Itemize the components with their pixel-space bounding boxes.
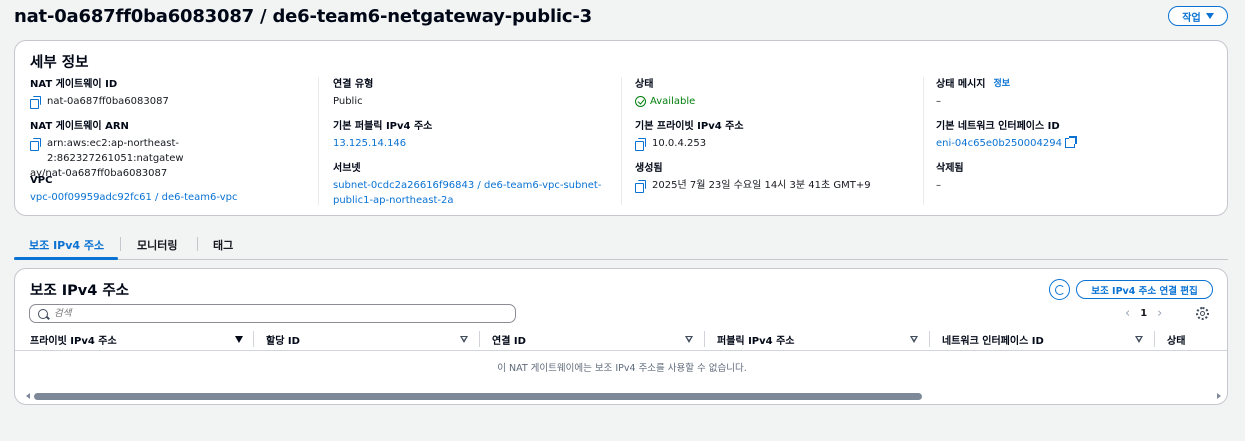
state-value: Available [650,96,696,107]
created-value: 2025년 7월 23일 수요일 14시 3분 41초 GMT+9 [652,180,871,191]
search-icon [38,308,48,319]
status-success-icon [635,96,646,107]
edit-secondary-ipv4-button[interactable]: 보조 IPv4 주소 연결 편집 [1076,280,1213,299]
column-header-private-ip[interactable]: 프라이빗 IPv4 주소 [30,332,117,347]
column-resizer[interactable] [929,331,930,347]
external-link-icon [1064,136,1077,148]
subnet-link-line1: subnet-0cdc2a26616f96843 / de6-team6-vpc… [333,180,602,191]
tab-tags[interactable]: 태그 [213,237,233,253]
eni-link-text: eni-04c65e0b250004294 [936,138,1062,149]
tab-separator [197,237,198,251]
private-ip-field: 기본 프라이빗 IPv4 주소 10.0.4.253 [635,117,915,151]
gear-icon[interactable] [1196,307,1209,320]
subnet-field: 서브넷 subnet-0cdc2a26616f96843 / de6-team6… [333,159,613,208]
search-input[interactable] [54,308,494,319]
private-ip-label: 기본 프라이빗 IPv4 주소 [635,121,744,132]
tab-bar: 보조 IPv4 주소 모니터링 태그 [14,233,1228,260]
nat-arn-value-line1: arn:aws:ec2:ap-northeast-2:862327261051:… [47,138,184,164]
column-header-association-id[interactable]: 연결 ID [492,332,526,347]
table-header: 프라이빗 IPv4 주소 할당 ID 연결 ID 퍼블릭 IPv4 주소 네트워… [15,329,1227,351]
public-ip-label: 기본 퍼블릭 IPv4 주소 [333,121,433,132]
subnet-link-line2: public1-ap-northeast-2a [333,195,454,206]
eni-field: 기본 네트워크 인터페이스 ID eni-04c65e0b250004294 [936,117,1216,151]
vpc-label: VPC [30,175,53,186]
caret-down-icon [1205,13,1214,19]
eni-label: 기본 네트워크 인터페이스 ID [936,121,1060,132]
actions-label: 작업 [1182,12,1201,24]
private-ip-value: 10.0.4.253 [652,138,707,149]
subnet-label: 서브넷 [333,163,361,174]
column-resizer[interactable] [253,331,254,347]
nat-arn-field: NAT 게이트웨이 ARN arn:aws:ec2:ap-northeast-2… [30,117,310,181]
connection-type-value: Public [333,96,363,107]
column-resizer[interactable] [1154,331,1155,347]
search-box[interactable] [29,304,516,323]
column-header-allocation-id[interactable]: 할당 ID [266,332,300,347]
sort-icon[interactable] [460,336,468,343]
details-title: 세부 정보 [30,55,89,71]
created-field: 생성됨 2025년 7월 23일 수요일 14시 3분 41초 GMT+9 [635,159,925,193]
deleted-field: 삭제됨 – [936,159,1216,193]
empty-state-message: 이 NAT 게이트웨이에는 보조 IPv4 주소를 사용할 수 없습니다. [497,363,747,374]
secondary-ipv4-title: 보조 IPv4 주소 [30,283,130,299]
prev-page-icon[interactable]: ‹ [1125,306,1130,321]
sort-desc-icon[interactable] [235,336,243,343]
actions-button[interactable]: 작업 [1168,6,1228,26]
sort-icon[interactable] [1135,336,1143,343]
created-label: 생성됨 [635,163,663,174]
deleted-value: – [936,180,941,191]
column-header-status[interactable]: 상태 [1167,332,1185,347]
state-message-value: – [936,96,941,107]
copy-icon[interactable] [30,138,42,151]
vpc-link[interactable]: vpc-00f09959adc92fc61 / de6-team6-vpc [30,190,237,205]
sort-icon[interactable] [685,336,693,343]
nat-id-value: nat-0a687ff0ba6083087 [47,96,169,107]
nat-arn-label: NAT 게이트웨이 ARN [30,121,129,132]
tab-monitoring[interactable]: 모니터링 [137,237,177,253]
eni-link[interactable]: eni-04c65e0b250004294 [936,136,1077,151]
column-header-public-ip[interactable]: 퍼블릭 IPv4 주소 [717,332,795,347]
connection-type-label: 연결 유형 [333,79,374,90]
column-divider [318,77,319,205]
scroll-right-icon[interactable] [1217,393,1221,399]
tab-secondary-ipv4[interactable]: 보조 IPv4 주소 [29,237,104,253]
pagination: ‹ 1 › [1125,306,1162,321]
state-field: 상태 Available [635,75,915,109]
public-ip-link[interactable]: 13.125.14.146 [333,136,406,151]
nat-id-field: NAT 게이트웨이 ID nat-0a687ff0ba6083087 [30,75,310,109]
info-link[interactable]: 정보 [993,76,1010,89]
active-tab-indicator [14,257,118,260]
details-panel: 세부 정보 NAT 게이트웨이 ID nat-0a687ff0ba6083087… [14,40,1228,216]
state-message-label: 상태 메시지 [936,79,986,90]
page-title: nat-0a687ff0ba6083087 / de6-team6-netgat… [14,6,592,27]
horizontal-scrollbar[interactable] [26,392,1221,401]
column-resizer[interactable] [704,331,705,347]
column-divider [621,77,622,205]
copy-icon[interactable] [635,138,647,151]
copy-icon[interactable] [635,180,647,193]
vpc-field: VPC vpc-00f09959adc92fc61 / de6-team6-vp… [30,175,310,205]
subnet-link[interactable]: subnet-0cdc2a26616f96843 / de6-team6-vpc… [333,178,601,208]
refresh-button[interactable] [1049,279,1070,300]
public-ip-field: 기본 퍼블릭 IPv4 주소 13.125.14.146 [333,117,613,151]
tab-separator [120,237,121,251]
connection-type-field: 연결 유형 Public [333,75,613,109]
refresh-icon [1054,284,1065,295]
nat-id-label: NAT 게이트웨이 ID [30,79,118,90]
deleted-label: 삭제됨 [936,163,964,174]
column-header-network-interface-id[interactable]: 네트워크 인터페이스 ID [942,332,1044,347]
column-divider [923,77,924,205]
scroll-left-icon[interactable] [26,393,30,399]
sort-icon[interactable] [910,336,918,343]
column-resizer[interactable] [479,331,480,347]
secondary-ipv4-panel: 보조 IPv4 주소 보조 IPv4 주소 연결 편집 ‹ 1 › 프라이빗 I… [14,268,1228,405]
state-label: 상태 [635,79,654,90]
current-page[interactable]: 1 [1140,308,1147,319]
scrollbar-thumb[interactable] [34,393,922,400]
copy-icon[interactable] [30,96,42,109]
state-message-field: 상태 메시지 정보 – [936,75,1216,109]
next-page-icon[interactable]: › [1157,306,1162,321]
